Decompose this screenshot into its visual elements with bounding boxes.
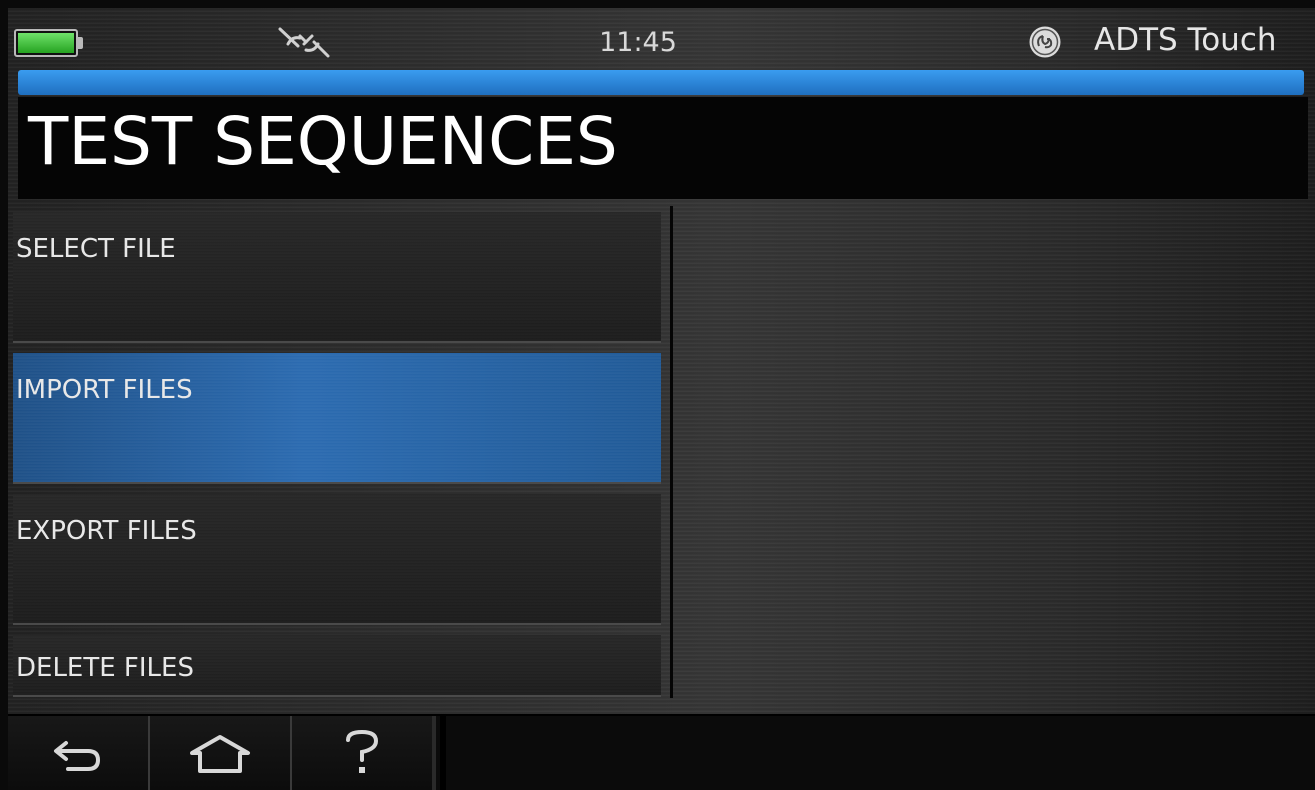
screen: 11:45 ADTS Touch TEST SEQUENCES SELECT F… [8, 8, 1315, 790]
nav-separator [440, 716, 446, 790]
navigation-bar [8, 714, 1315, 790]
menu-item-label: SELECT FILE [16, 234, 176, 264]
home-button[interactable] [150, 716, 290, 790]
back-button[interactable] [8, 716, 148, 790]
status-bar: 11:45 ADTS Touch [8, 8, 1315, 70]
battery-icon [14, 29, 78, 57]
app-name: ADTS Touch [1094, 22, 1277, 58]
ge-logo-icon [1029, 26, 1061, 58]
panel-divider [670, 206, 673, 698]
back-arrow-icon [54, 741, 101, 771]
menu-item-delete-files[interactable]: DELETE FILES [13, 635, 661, 697]
help-button[interactable] [292, 716, 432, 790]
menu-item-select-file[interactable]: SELECT FILE [13, 212, 661, 343]
title-bar: TEST SEQUENCES [18, 97, 1308, 199]
menu-item-label: DELETE FILES [16, 653, 194, 683]
nav-separator [432, 716, 436, 790]
menu-item-label: IMPORT FILES [16, 375, 193, 405]
battery-tip [78, 37, 83, 49]
menu-item-export-files[interactable]: EXPORT FILES [13, 494, 661, 625]
menu-item-import-files[interactable]: IMPORT FILES [13, 353, 661, 484]
clock: 11:45 [599, 27, 677, 58]
home-icon [190, 735, 250, 773]
menu-item-label: EXPORT FILES [16, 516, 197, 546]
disconnected-plug-icon [278, 27, 330, 58]
page-title: TEST SEQUENCES [28, 103, 618, 180]
help-icon [346, 730, 379, 773]
progress-bar [18, 70, 1304, 95]
